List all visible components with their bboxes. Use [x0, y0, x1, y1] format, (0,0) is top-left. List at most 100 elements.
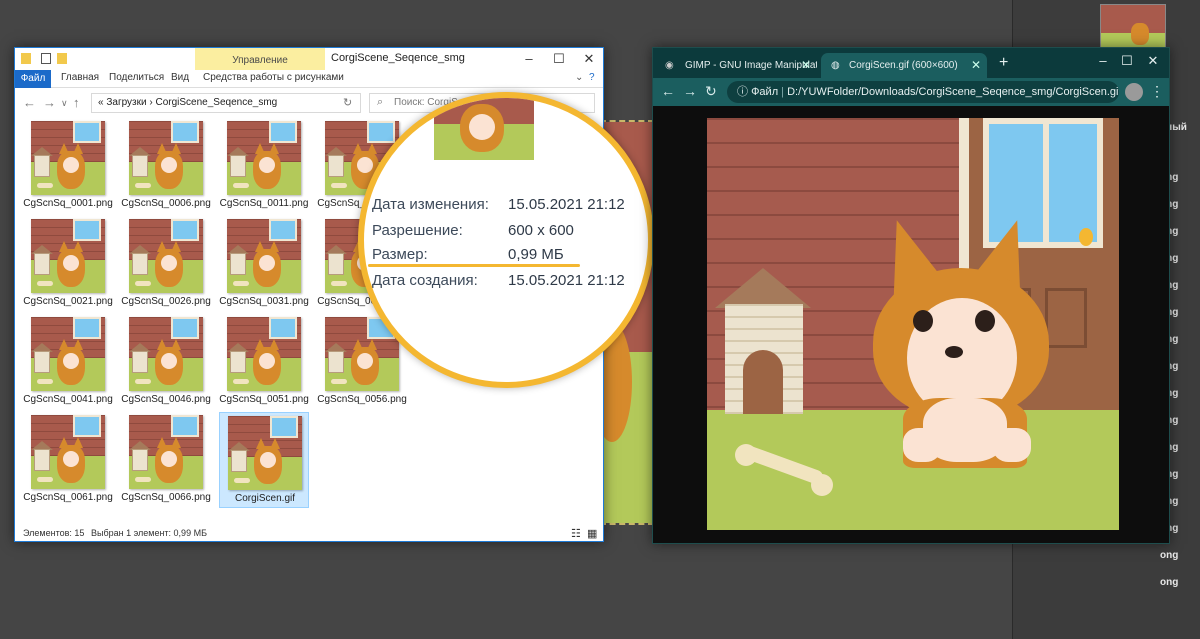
file-name: CgScnSq_0051.png	[219, 394, 309, 405]
new-tab-button[interactable]: +	[999, 54, 1008, 72]
browser-tab-gif[interactable]: ◍ CorgiScen.gif (600×600) ✕	[821, 53, 987, 78]
file-name: CgScnSq_0061.png	[23, 492, 113, 503]
tab-picture-tools[interactable]: Средства работы с рисунками	[203, 72, 344, 83]
gif-preview-image	[707, 118, 1119, 530]
explorer-titlebar: Управление CorgiScene_Seqence_smg – ☐ ✕	[15, 48, 603, 70]
details-view-icon[interactable]: ☷	[571, 527, 581, 540]
close-tab-icon[interactable]: ✕	[971, 53, 981, 78]
maximize-button[interactable]: ☐	[1113, 52, 1141, 70]
tab-share[interactable]: Поделиться	[109, 72, 164, 83]
browser-window: ◉ GIMP - GNU Image Manipulation ✕ ◍ Corg…	[652, 47, 1170, 544]
close-tab-icon[interactable]: ✕	[801, 53, 811, 78]
status-item-count: Элементов: 15	[23, 528, 85, 538]
file-thumbnail	[227, 317, 301, 391]
file-name: CgScnSq_0026.png	[121, 296, 211, 307]
magnified-thumbnail	[434, 98, 534, 160]
back-arrow-icon[interactable]: ←	[661, 83, 675, 99]
tiles-view-icon[interactable]: ▦	[587, 527, 597, 540]
gimp-icon: ◉	[665, 60, 674, 71]
created-date-value: 15.05.2021 21:12	[508, 272, 625, 289]
tab-title: GIMP - GNU Image Manipulation	[685, 60, 817, 71]
file-item[interactable]: CgScnSq_0046.png	[121, 314, 211, 410]
reload-icon[interactable]: ↻	[705, 83, 717, 100]
file-thumbnail	[31, 121, 105, 195]
file-name: CgScnSq_0021.png	[23, 296, 113, 307]
file-thumbnail	[129, 121, 203, 195]
help-icon[interactable]: ?	[589, 72, 595, 83]
file-name: CorgiScen.gif	[234, 493, 296, 504]
tab-management[interactable]: Управление	[195, 48, 325, 70]
checkbox-icon[interactable]	[41, 53, 51, 64]
tab-view[interactable]: Вид	[171, 72, 189, 83]
file-name: CgScnSq_0011.png	[219, 198, 309, 209]
file-item[interactable]: CgScnSq_0026.png	[121, 216, 211, 312]
gimp-layer-row[interactable]: ong	[1160, 577, 1200, 595]
minimize-button[interactable]: –	[515, 50, 543, 68]
resolution-value: 600 x 600	[508, 222, 574, 239]
refresh-icon[interactable]: ↻	[343, 96, 352, 109]
status-selection: Выбран 1 элемент: 0,99 МБ	[91, 528, 207, 538]
tab-title: CorgiScen.gif (600×600)	[849, 60, 958, 71]
file-item[interactable]: CgScnSq_0031.png	[219, 216, 309, 312]
file-name: CgScnSq_0041.png	[23, 394, 113, 405]
search-icon: ⌕	[377, 96, 384, 108]
size-value: 0,99 МБ	[508, 246, 564, 263]
file-name: CgScnSq_0031.png	[219, 296, 309, 307]
browser-tab-strip: ◉ GIMP - GNU Image Manipulation ✕ ◍ Corg…	[653, 48, 1169, 78]
menu-icon[interactable]: ⋮	[1150, 83, 1164, 100]
file-thumbnail	[31, 219, 105, 293]
modified-date-label: Дата изменения:	[372, 196, 489, 213]
forward-arrow-icon[interactable]: →	[683, 83, 697, 99]
back-arrow-icon[interactable]: ←	[23, 95, 36, 110]
file-item[interactable]: CgScnSq_0066.png	[121, 412, 211, 508]
file-name: CgScnSq_0066.png	[121, 492, 211, 503]
file-item[interactable]: CgScnSq_0041.png	[23, 314, 113, 410]
url-text: D:/YUWFolder/Downloads/CorgiScene_Seqenc…	[787, 86, 1119, 98]
tab-file[interactable]: Файл	[15, 70, 51, 88]
browser-tab-gimp[interactable]: ◉ GIMP - GNU Image Manipulation ✕	[657, 53, 817, 78]
file-thumbnail	[129, 317, 203, 391]
folder-icon[interactable]	[57, 53, 67, 64]
size-highlight-underline	[368, 264, 580, 267]
file-item[interactable]: CgScnSq_0006.png	[121, 118, 211, 214]
url-bar[interactable]: ⓘ Файл | D:/YUWFolder/Downloads/CorgiSce…	[727, 81, 1119, 103]
tab-home[interactable]: Главная	[61, 72, 99, 83]
file-thumbnail	[227, 121, 301, 195]
close-button[interactable]: ✕	[575, 50, 603, 68]
size-label: Размер:	[372, 246, 428, 263]
avatar[interactable]	[1125, 83, 1143, 101]
address-input[interactable]: « Загрузки › CorgiScene_Seqence_smg	[91, 93, 361, 113]
info-icon[interactable]: ⓘ	[737, 86, 748, 98]
file-item[interactable]: CgScnSq_0001.png	[23, 118, 113, 214]
gimp-layer-thumbnail[interactable]	[1100, 4, 1166, 50]
file-thumbnail	[227, 219, 301, 293]
file-thumbnail	[31, 317, 105, 391]
file-thumbnail	[129, 219, 203, 293]
file-item[interactable]: CgScnSq_0021.png	[23, 216, 113, 312]
status-bar: Элементов: 15 Выбран 1 элемент: 0,99 МБ …	[15, 526, 603, 542]
window-title: CorgiScene_Seqence_smg	[331, 52, 465, 64]
folder-icon	[21, 53, 31, 64]
file-item[interactable]: CgScnSq_0011.png	[219, 118, 309, 214]
file-thumbnail	[31, 415, 105, 489]
file-item[interactable]: CgScnSq_0061.png	[23, 412, 113, 508]
forward-arrow-icon[interactable]: →	[43, 95, 56, 110]
url-scheme-label: Файл	[751, 86, 779, 98]
file-name: CgScnSq_0046.png	[121, 394, 211, 405]
chevron-down-icon[interactable]: ⌄	[575, 72, 583, 83]
file-item[interactable]: CorgiScen.gif	[219, 412, 309, 508]
maximize-button[interactable]: ☐	[545, 50, 573, 68]
browser-toolbar: ← → ↻ ⓘ Файл | D:/YUWFolder/Downloads/Co…	[653, 78, 1169, 106]
file-thumbnail	[129, 415, 203, 489]
resolution-label: Разрешение:	[372, 222, 463, 239]
file-name: CgScnSq_0056.png	[317, 394, 407, 405]
file-item[interactable]: CgScnSq_0051.png	[219, 314, 309, 410]
chevron-down-icon[interactable]: ∨	[61, 98, 68, 109]
globe-icon: ◍	[831, 60, 840, 71]
file-name: CgScnSq_0001.png	[23, 198, 113, 209]
gimp-layer-row[interactable]: ong	[1160, 550, 1200, 568]
close-button[interactable]: ✕	[1139, 52, 1167, 70]
file-thumbnail	[228, 416, 302, 490]
up-arrow-icon[interactable]: ↑	[73, 95, 80, 110]
ribbon-tabs: Файл Главная Поделиться Вид Средства раб…	[15, 70, 603, 88]
